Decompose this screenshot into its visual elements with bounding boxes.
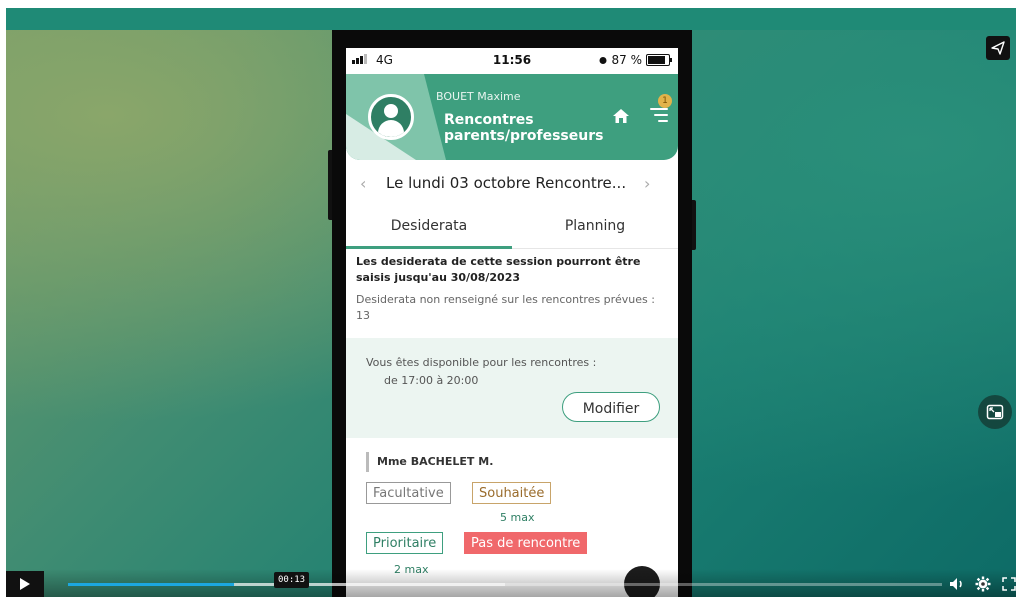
availability-label: Vous êtes disponible pour les rencontres… bbox=[366, 356, 597, 369]
phone-frame: 4G 11:56 87 % BOUET Maxime Rencontres pa… bbox=[328, 30, 696, 597]
option-souhaitee[interactable]: Souhaitée bbox=[472, 482, 552, 504]
user-name: BOUET Maxime bbox=[436, 90, 521, 103]
progress-bar[interactable]: 00:13 bbox=[68, 572, 942, 588]
session-title[interactable]: Le lundi 03 octobre Rencontre... bbox=[386, 174, 626, 192]
play-button[interactable] bbox=[6, 571, 44, 597]
pip-icon bbox=[986, 404, 1004, 420]
top-strip bbox=[6, 8, 1016, 30]
missing-desiderata-text: Desiderata non renseigné sur les rencont… bbox=[356, 293, 655, 322]
picture-in-picture-button[interactable] bbox=[978, 395, 1012, 429]
fullscreen-icon[interactable] bbox=[1000, 575, 1016, 593]
tab-bar: Desiderata Planning bbox=[346, 206, 678, 249]
tab-desiderata[interactable]: Desiderata bbox=[346, 206, 512, 249]
top-band bbox=[0, 0, 1022, 30]
chevron-left-icon[interactable]: ‹ bbox=[360, 174, 366, 193]
session-selector: ‹ Le lundi 03 octobre Rencontre... › bbox=[346, 160, 678, 204]
option-prioritaire[interactable]: Prioritaire bbox=[366, 532, 444, 554]
phone-side-button bbox=[328, 150, 332, 220]
home-icon[interactable] bbox=[612, 108, 630, 124]
player-controls: 00:13 bbox=[6, 569, 1016, 597]
availability-panel: Vous êtes disponible pour les rencontres… bbox=[346, 338, 678, 438]
volume-icon[interactable] bbox=[948, 575, 966, 593]
played-bar bbox=[68, 583, 235, 586]
avatar[interactable] bbox=[368, 94, 414, 140]
alarm-icon bbox=[599, 57, 606, 64]
share-button[interactable] bbox=[986, 36, 1010, 60]
video-player[interactable]: 4G 11:56 87 % BOUET Maxime Rencontres pa… bbox=[6, 30, 1016, 597]
status-bar: 4G 11:56 87 % bbox=[346, 48, 678, 74]
battery-icon bbox=[646, 54, 672, 66]
timecode-tooltip: 00:13 bbox=[274, 572, 310, 588]
modify-button[interactable]: Modifier bbox=[562, 392, 660, 422]
settings-gear-icon[interactable] bbox=[974, 575, 992, 593]
play-icon bbox=[20, 578, 30, 590]
availability-hours: de 17:00 à 20:00 bbox=[384, 374, 479, 387]
teacher-name: Mme BACHELET M. bbox=[366, 452, 493, 472]
tab-planning[interactable]: Planning bbox=[512, 206, 678, 248]
option-facultative[interactable]: Facultative bbox=[366, 482, 451, 504]
battery-status: 87 % bbox=[598, 53, 672, 67]
page-title: Rencontres parents/professeurs bbox=[444, 112, 604, 144]
notification-badge: 1 bbox=[658, 94, 672, 108]
battery-percent: 87 % bbox=[611, 53, 643, 67]
send-icon bbox=[991, 41, 1005, 55]
app-header: BOUET Maxime Rencontres parents/professe… bbox=[346, 74, 678, 160]
souhaitee-max-label: 5 max bbox=[500, 511, 535, 524]
session-notice: Les desiderata de cette session pourront… bbox=[356, 254, 656, 324]
option-pas-de-rencontre[interactable]: Pas de rencontre bbox=[464, 532, 588, 554]
phone-screen: 4G 11:56 87 % BOUET Maxime Rencontres pa… bbox=[346, 48, 678, 597]
phone-side-button bbox=[692, 200, 696, 250]
chevron-right-icon[interactable]: › bbox=[644, 174, 650, 193]
deadline-text: Les desiderata de cette session pourront… bbox=[356, 255, 641, 284]
